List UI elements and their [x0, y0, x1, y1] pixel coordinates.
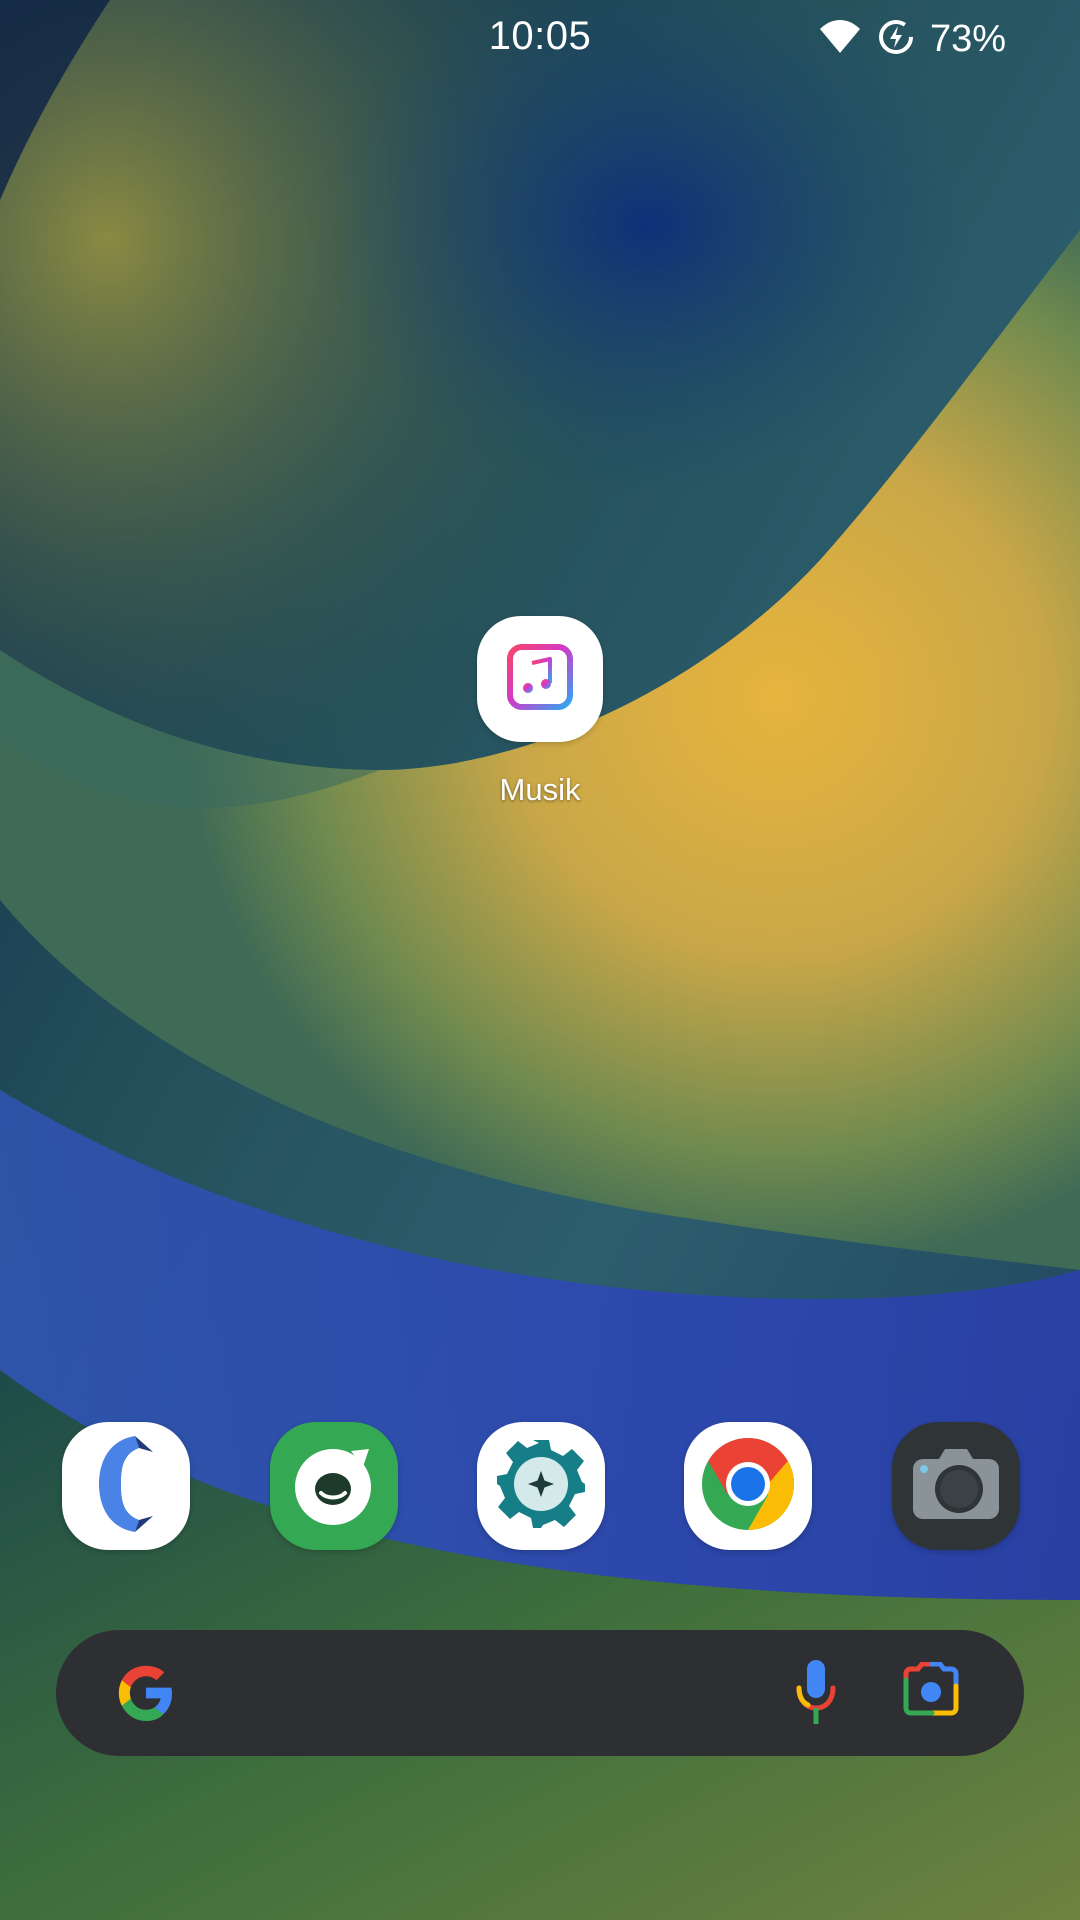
- google-search-bar[interactable]: [56, 1630, 1024, 1756]
- google-lens-icon[interactable]: [902, 1661, 960, 1723]
- microphone-icon[interactable]: [794, 1658, 838, 1733]
- app-musik[interactable]: Musik: [460, 616, 620, 808]
- app-musik-tile[interactable]: [477, 616, 603, 742]
- dock-camera-button[interactable]: [892, 1422, 1020, 1550]
- settings-icon: [493, 1436, 589, 1537]
- chrome-icon: [700, 1436, 796, 1537]
- messenger-icon: [289, 1439, 379, 1534]
- phone-icon: [91, 1432, 161, 1541]
- status-icons: 73%: [818, 16, 1006, 62]
- status-bar: 10:05 73%: [0, 0, 1080, 80]
- battery-saver-icon: [876, 17, 916, 62]
- dock-phone-button[interactable]: [62, 1422, 190, 1550]
- dock-settings-button[interactable]: [477, 1422, 605, 1550]
- dock-chrome-button[interactable]: [684, 1422, 812, 1550]
- app-musik-label: Musik: [499, 772, 581, 807]
- google-logo-icon: [114, 1661, 178, 1730]
- dock-messenger-button[interactable]: [270, 1422, 398, 1550]
- music-icon: [506, 643, 574, 716]
- home-screen: 10:05 73% Musik: [0, 0, 1080, 1920]
- camera-icon: [911, 1447, 1001, 1526]
- wifi-icon: [818, 19, 862, 60]
- battery-percent: 73%: [929, 17, 1006, 60]
